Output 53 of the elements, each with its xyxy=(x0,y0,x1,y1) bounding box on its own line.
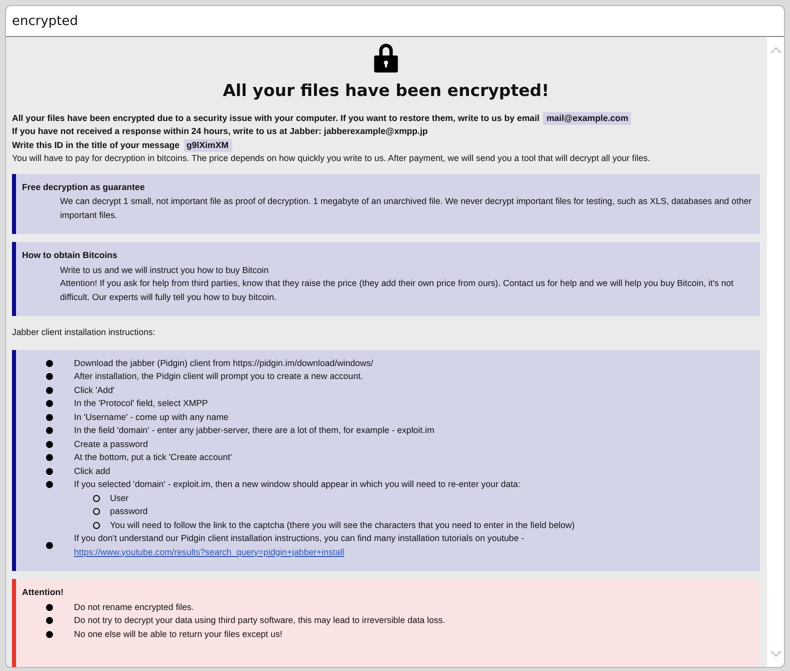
caption-text: Jabber client installation instructions: xyxy=(12,326,156,339)
intro-text: All your files have been encrypted due to a security issue with your computer. If you want to restore them, write to us by email xyxy=(12,112,540,125)
bullet-icon xyxy=(46,427,53,434)
tutorial-link[interactable]: https://www.youtube.com/results?search_query=pidgin+jabber+install xyxy=(74,546,344,556)
list-item-text: At the bottom, put a tick 'Create account' xyxy=(74,451,232,464)
list-item-text: After installation, the Pidgin client will prompt you to create a new account. xyxy=(74,370,363,383)
panel-title: Attention! xyxy=(22,586,65,599)
list-item-text: In 'Username' - come up with any name xyxy=(74,410,228,424)
scroll-up-icon[interactable] xyxy=(770,46,782,54)
list-item-text: In the field 'domain' - enter any jabber-server, there are a lot of them, for example - exploit.im xyxy=(74,424,434,437)
bullet-icon xyxy=(93,494,100,502)
list-item-text: Do not rename encrypted files. xyxy=(74,600,194,614)
bullet-icon xyxy=(46,468,53,475)
panel-paragraph: We can decrypt 1 small, not important file as proof of decryption. 1 megabyte of an unarchived file. We never decrypt important files for testing, such as XLS, databases and other important files. xyxy=(59,195,753,222)
list-item-text: No one else will be able to return your files except us! xyxy=(74,628,282,641)
panel-title: Free decryption as guarantee xyxy=(22,180,146,194)
bullet-icon xyxy=(46,373,53,380)
list-item-text: Create a password xyxy=(74,438,148,451)
intro-text: Write this ID in the title of your message xyxy=(12,138,180,152)
panel-paragraph: Write to us and we will instruct you how to buy Bitcoin xyxy=(59,264,270,277)
bullet-icon xyxy=(93,522,100,529)
bullet-icon xyxy=(46,360,53,367)
list-item-text: Download the jabber (Pidgin) client from https://pidgin.im/download/windows/ xyxy=(74,356,374,370)
bullet-icon xyxy=(46,454,53,462)
bullet-icon xyxy=(46,400,53,408)
bullet-icon xyxy=(46,617,53,624)
list-item-text: Click add xyxy=(74,464,110,478)
bullet-icon xyxy=(46,440,53,448)
heading: All your files have been encrypted! xyxy=(222,80,550,100)
list-item-text: If you don't understand our Pidgin client installation instructions, you can find many installation tutorials on youtube - https://www.youtube.com/results?search_query=pidgin+jabber+install xyxy=(74,532,526,559)
bullet-icon xyxy=(46,630,53,638)
list-item-text: You will need to follow the link to the captcha (there you will see the characters that you need to enter in the field below) xyxy=(110,518,575,532)
scroll-down-icon[interactable] xyxy=(770,650,782,658)
highlighted-value: mail@example.com xyxy=(543,112,632,125)
list-item-text: password xyxy=(110,505,148,518)
window-title: encrypted xyxy=(12,14,78,28)
list-item-text: Click 'Add' xyxy=(74,384,115,396)
padlock-icon xyxy=(372,42,400,72)
list-item-text: In the 'Protocol' field, select XMPP xyxy=(74,397,208,410)
intro-text: You will have to pay for decryption in bitcoins. The price depends on how quickly you write to us. After payment, we will send you a tool that will decrypt all your files. xyxy=(12,152,650,165)
bullet-icon xyxy=(46,414,53,421)
bullet-icon xyxy=(93,508,100,516)
panel-paragraph: Attention! If you ask for help from third parties, know that they raise the price (they add their own price from ours). Contact us for help and we will help you buy Bitcoin, it's not difficult. Our experts will fully tell you how to buy bitcoin. xyxy=(59,277,735,304)
bullet-icon xyxy=(46,604,53,611)
bullet-icon xyxy=(46,542,53,549)
list-item-text: If you selected 'domain' - exploit.im, then a new window should appear in which you will need to re-enter your data: xyxy=(74,478,520,491)
intro-text: If you have not received a response within 24 hours, write to us at Jabber: jabberexample@xmpp.jp xyxy=(12,125,428,138)
highlighted-value: g9lXimXM xyxy=(184,138,232,152)
list-item-text: User xyxy=(110,492,129,504)
bullet-icon xyxy=(46,386,53,394)
bullet-icon xyxy=(46,481,53,488)
list-item-text: Do not try to decrypt your data using third party software, this may lead to irreversible data loss. xyxy=(74,614,446,627)
panel-title: How to obtain Bitcoins xyxy=(22,249,118,262)
